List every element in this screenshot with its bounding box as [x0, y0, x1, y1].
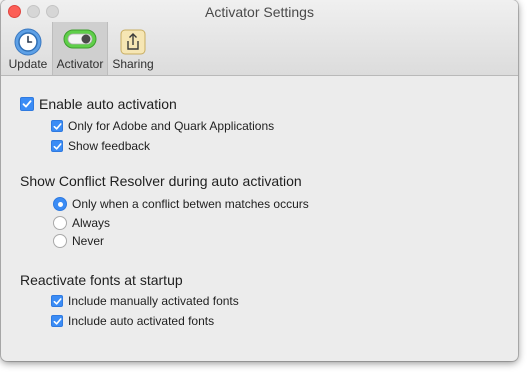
checkbox-checked-icon	[51, 315, 63, 327]
checkbox-checked-icon	[51, 140, 63, 152]
enable-auto-activation-label: Enable auto activation	[39, 96, 177, 112]
include-auto-fonts-checkbox[interactable]: Include auto activated fonts	[51, 314, 214, 328]
show-feedback-checkbox[interactable]: Show feedback	[51, 139, 150, 153]
conflict-only-when-radio[interactable]: Only when a conflict betwen matches occu…	[53, 197, 309, 211]
toolbar: Activator Settings Update Activator Shar…	[1, 0, 518, 76]
activator-settings-panel: Enable auto activation Only for Adobe an…	[1, 76, 518, 361]
toggle-switch-icon	[63, 27, 97, 54]
conflict-never-radio[interactable]: Never	[53, 234, 104, 248]
share-icon	[119, 27, 147, 60]
conflict-always-radio[interactable]: Always	[53, 216, 110, 230]
adobe-quark-only-label: Only for Adobe and Quark Applications	[68, 119, 275, 133]
conflict-only-when-label: Only when a conflict betwen matches occu…	[72, 197, 309, 211]
tab-sharing[interactable]: Sharing	[108, 22, 158, 75]
window-title: Activator Settings	[205, 4, 314, 20]
checkbox-checked-icon	[20, 97, 34, 111]
tab-activator[interactable]: Activator	[52, 22, 108, 75]
checkbox-checked-icon	[51, 295, 63, 307]
tab-update[interactable]: Update	[5, 22, 51, 75]
tab-activator-label: Activator	[56, 57, 104, 71]
tab-update-label: Update	[8, 57, 48, 71]
tab-sharing-label: Sharing	[112, 57, 154, 71]
show-feedback-label: Show feedback	[68, 139, 151, 153]
radio-unselected-icon	[53, 234, 67, 248]
clock-icon	[13, 27, 43, 60]
conflict-resolver-heading: Show Conflict Resolver during auto activ…	[20, 173, 302, 189]
checkbox-checked-icon	[51, 120, 63, 132]
conflict-never-label: Never	[72, 234, 105, 248]
radio-unselected-icon	[53, 216, 67, 230]
radio-selected-icon	[53, 197, 67, 211]
adobe-quark-only-checkbox[interactable]: Only for Adobe and Quark Applications	[51, 119, 274, 133]
include-auto-fonts-label: Include auto activated fonts	[68, 314, 215, 328]
reactivate-fonts-heading: Reactivate fonts at startup	[20, 272, 183, 288]
settings-window: Activator Settings Update Activator Shar…	[1, 0, 518, 361]
include-manual-fonts-label: Include manually activated fonts	[68, 294, 239, 308]
conflict-always-label: Always	[72, 216, 111, 230]
enable-auto-activation-checkbox[interactable]: Enable auto activation	[20, 96, 177, 112]
include-manual-fonts-checkbox[interactable]: Include manually activated fonts	[51, 294, 239, 308]
